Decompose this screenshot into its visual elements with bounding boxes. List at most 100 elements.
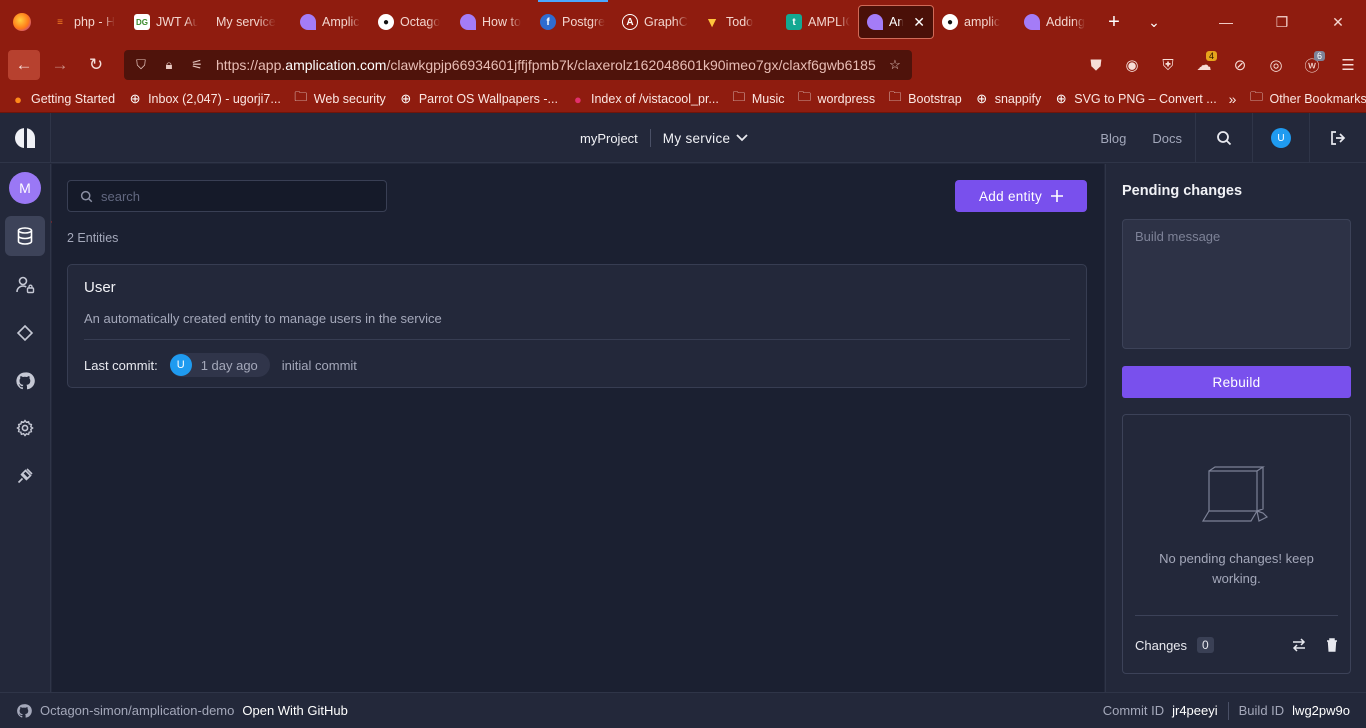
search-input[interactable] (101, 188, 371, 204)
owl-extension-icon[interactable]: ◎ (1258, 50, 1294, 80)
commit-id[interactable]: jr4peeyi (1172, 703, 1218, 718)
forward-arrow-icon[interactable]: → (44, 50, 76, 80)
browser-tab[interactable]: Adding (1016, 0, 1094, 44)
url-text[interactable]: https://app.amplication.com/clawkgpjp669… (216, 57, 876, 73)
compare-arrows-icon[interactable] (1292, 638, 1306, 652)
bookmark-item[interactable]: 🗀︎ wordpress (797, 89, 875, 107)
minimize-icon[interactable]: — (1198, 0, 1254, 44)
commit-user-avatar: U (169, 354, 192, 376)
search-icon[interactable] (1196, 113, 1252, 163)
service-selector[interactable]: My service (663, 131, 749, 146)
add-entity-button[interactable]: Add entity (955, 180, 1087, 212)
bookmark-item[interactable]: ⊕ Parrot OS Wallpapers -... (398, 91, 558, 107)
extension-icon[interactable]: ☁ 4 (1186, 50, 1222, 80)
extension-toolbar: ⛊ ◉ ⛨ ☁ 4 ⊘ ◎ ⓦ 6 ☰ (1078, 50, 1366, 80)
bookmark-star-icon[interactable]: ☆ (886, 57, 904, 73)
browser-tab[interactable]: ● amplic (934, 0, 1016, 44)
roles-user-lock-icon[interactable] (5, 265, 45, 305)
changes-row: Changes 0 (1135, 635, 1338, 655)
search-field[interactable] (67, 180, 387, 212)
url-bar[interactable]: ⛉ 🔒︎ ⚟ https://app.amplication.com/clawk… (124, 50, 912, 80)
browser-tab[interactable]: My service (206, 0, 292, 44)
bookmark-item[interactable]: ⊕ SVG to PNG – Convert ... (1053, 91, 1217, 107)
search-icon (80, 190, 93, 202)
bookmark-item[interactable]: 🗀︎ Web security (293, 89, 386, 107)
rebuild-button[interactable]: Rebuild (1122, 366, 1351, 398)
wappalyzer-icon[interactable]: ⓦ 6 (1294, 50, 1330, 80)
firefox-menu-icon[interactable] (0, 0, 44, 44)
list-tabs-chevron-icon[interactable]: ⌄ (1134, 0, 1174, 44)
last-commit-label: Last commit: (84, 357, 158, 373)
globe-icon: ⊕ (1055, 91, 1067, 106)
permissions-icon[interactable]: ⚟ (188, 57, 206, 73)
docs-link[interactable]: Docs (1139, 131, 1195, 146)
browser-tab[interactable]: ● Octago (370, 0, 452, 44)
blog-link[interactable]: Blog (1087, 131, 1139, 146)
browser-tab[interactable]: ≡ php - H (44, 0, 126, 44)
back-arrow-icon[interactable]: ← (8, 50, 40, 80)
github-icon (17, 703, 32, 718)
changes-panel: No pending changes! keep working. Change… (1122, 414, 1351, 674)
sync-icon[interactable]: ⊘ (1222, 50, 1258, 80)
github-icon: ● (378, 14, 394, 30)
bookmark-item[interactable]: ⊕ snappify (974, 91, 1041, 107)
entity-card[interactable]: User An automatically created entity to … (67, 264, 1087, 388)
globe-icon: ⊕ (129, 91, 141, 106)
logout-icon[interactable] (1310, 113, 1366, 163)
browser-tab[interactable]: f Postgre (532, 0, 614, 44)
bookmark-item[interactable]: 🗀︎ Music (731, 89, 784, 107)
plugins-diamond-icon[interactable] (5, 313, 45, 353)
settings-gear-icon[interactable] (5, 408, 45, 448)
browser-tab[interactable]: DG JWT Au (126, 0, 206, 44)
connections-plug-icon[interactable] (5, 456, 45, 496)
browser-tab[interactable]: A GraphC (614, 0, 696, 44)
amplication-icon (867, 14, 883, 30)
bitwarden-icon[interactable]: ⛨ (1150, 50, 1186, 80)
reload-icon[interactable]: ↻ (80, 50, 112, 80)
open-github-link[interactable]: Open With GitHub (242, 703, 348, 718)
close-window-icon[interactable]: ✕ (1310, 0, 1366, 44)
folder-icon: 🗀︎ (797, 89, 811, 104)
browser-navbar: ← → ↻ ⛉ 🔒︎ ⚟ https://app.amplication.com… (0, 44, 1366, 86)
browser-tab[interactable]: How to (452, 0, 532, 44)
trash-icon[interactable] (1326, 638, 1338, 652)
header-separator (649, 129, 651, 147)
more-bookmarks-chevron-icon[interactable]: » (1229, 91, 1237, 107)
github-icon[interactable] (5, 361, 45, 401)
close-tab-icon[interactable]: ✕ (913, 14, 925, 31)
bookmark-item[interactable]: ● Index of /vistacool_pr... (570, 91, 719, 107)
browser-tab[interactable]: t AMPLIC (778, 0, 858, 44)
entities-database-icon[interactable] (5, 216, 45, 256)
entity-name[interactable]: User (84, 279, 116, 296)
project-name[interactable]: myProject (580, 131, 638, 146)
restore-icon[interactable]: ❐ (1254, 0, 1310, 44)
build-message-input[interactable] (1122, 219, 1351, 349)
tab-list: ≡ php - H DG JWT Au My service Amplic ● … (44, 0, 1094, 44)
lock-icon[interactable]: 🔒︎ (160, 57, 178, 73)
service-name: My service (662, 130, 731, 146)
bookmark-item[interactable]: ● Getting Started (10, 91, 115, 107)
hamburger-menu-icon[interactable]: ☰ (1330, 50, 1366, 80)
berry-icon: ● (574, 91, 582, 107)
browser-tab[interactable]: ▼ Todo (696, 0, 778, 44)
changes-label: Changes (1135, 637, 1188, 653)
last-commit-row: Last commit: U 1 day ago initial commit (84, 353, 357, 377)
browser-tab[interactable]: Amplic (292, 0, 370, 44)
changes-count-badge: 0 (1197, 637, 1214, 653)
user-avatar[interactable]: U (1253, 113, 1309, 163)
entities-main: Add entity 2 Entities User An automatica… (52, 164, 1104, 692)
amplication-logo-icon[interactable] (0, 113, 51, 163)
extension-badge: 6 (1313, 51, 1325, 61)
opera-icon[interactable]: ◉ (1114, 50, 1150, 80)
pocket-icon[interactable]: ⛊ (1078, 50, 1114, 80)
bookmark-item[interactable]: 🗀︎ Bootstrap (887, 89, 962, 107)
browser-tab-active[interactable]: Amp ✕ (858, 5, 934, 39)
shield-icon[interactable]: ⛉ (132, 57, 150, 73)
build-id[interactable]: lwg2pw9o (1292, 703, 1350, 718)
bookmark-item[interactable]: ⊕ Inbox (2,047) - ugorji7... (127, 91, 281, 107)
firefox-icon: ● (14, 91, 22, 107)
new-tab-icon[interactable]: + (1094, 0, 1134, 44)
workspace-avatar[interactable]: M (9, 172, 41, 204)
plus-icon (1051, 190, 1064, 202)
other-bookmarks[interactable]: 🗀︎ Other Bookmarks (1248, 89, 1366, 107)
